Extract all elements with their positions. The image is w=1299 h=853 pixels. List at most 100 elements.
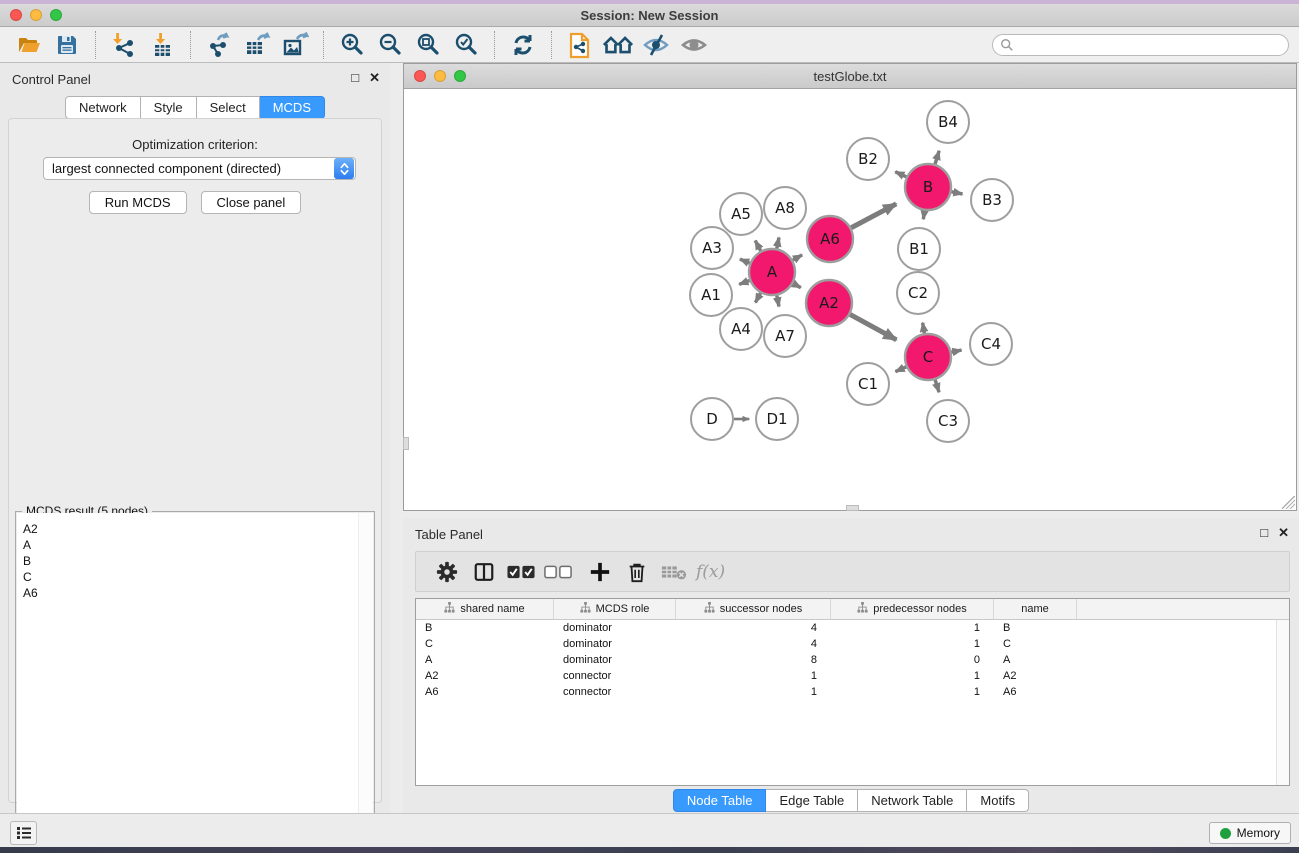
network-window-titlebar[interactable]: testGlobe.txt: [404, 64, 1296, 89]
edge-B-B2[interactable]: [895, 172, 906, 177]
zoom-out-icon[interactable]: [375, 30, 405, 60]
run-mcds-button[interactable]: Run MCDS: [89, 191, 187, 214]
edge-A-A1[interactable]: [739, 280, 749, 284]
column-header-name[interactable]: name: [994, 599, 1077, 619]
tab-network[interactable]: Network: [65, 96, 141, 119]
tab-select[interactable]: Select: [197, 96, 260, 119]
edge-A-A6[interactable]: [793, 255, 802, 260]
table-cell[interactable]: 1: [676, 668, 831, 684]
delete-column-icon[interactable]: [622, 557, 652, 587]
table-cell[interactable]: B: [416, 620, 554, 636]
import-table-icon[interactable]: [147, 30, 177, 60]
table-cell[interactable]: dominator: [554, 636, 676, 652]
open-session-icon[interactable]: [14, 30, 44, 60]
function-builder-icon[interactable]: f(x): [696, 557, 725, 587]
column-header-shared-name[interactable]: shared name: [416, 599, 554, 619]
mcds-result-item[interactable]: A6: [17, 585, 373, 601]
mcds-result-item[interactable]: C: [17, 569, 373, 585]
select-all-checkboxes-icon[interactable]: [506, 557, 536, 587]
search-input[interactable]: [1014, 36, 1288, 54]
mcds-result-item[interactable]: A2: [17, 521, 373, 537]
column-selector-icon[interactable]: [469, 557, 499, 587]
table-row[interactable]: Bdominator41B: [416, 620, 1289, 636]
network-bottom-scroll-thumb[interactable]: [846, 505, 859, 511]
criterion-dropdown[interactable]: largest connected component (directed): [43, 157, 356, 180]
edge-C-C1[interactable]: [895, 367, 906, 372]
add-column-icon[interactable]: [585, 557, 615, 587]
table-row[interactable]: Adominator80A: [416, 652, 1289, 668]
table-cell[interactable]: connector: [554, 668, 676, 684]
delete-table-icon[interactable]: [659, 557, 689, 587]
deselect-all-checkboxes-icon[interactable]: [543, 557, 573, 587]
edge-A2-C[interactable]: [850, 314, 896, 339]
table-cell[interactable]: C: [416, 636, 554, 652]
table-cell[interactable]: 1: [676, 684, 831, 700]
table-cell[interactable]: 8: [676, 652, 831, 668]
table-cell[interactable]: 0: [831, 652, 994, 668]
edge-B-B4[interactable]: [935, 151, 939, 164]
export-image-icon[interactable]: [280, 30, 310, 60]
tab-network-table[interactable]: Network Table: [858, 789, 967, 812]
hide-graphics-details-icon[interactable]: [641, 30, 671, 60]
table-options-gear-icon[interactable]: [432, 557, 462, 587]
table-cell[interactable]: A6: [994, 684, 1077, 700]
table-cell[interactable]: A: [416, 652, 554, 668]
network-file-icon[interactable]: [565, 30, 595, 60]
table-row[interactable]: Cdominator41C: [416, 636, 1289, 652]
table-cell[interactable]: A: [994, 652, 1077, 668]
save-session-icon[interactable]: [52, 30, 82, 60]
zoom-in-icon[interactable]: [337, 30, 367, 60]
table-cell[interactable]: A2: [994, 668, 1077, 684]
export-table-icon[interactable]: [242, 30, 272, 60]
column-header-predecessor-nodes[interactable]: predecessor nodes: [831, 599, 994, 619]
edge-B-B3[interactable]: [952, 192, 963, 194]
table-cell[interactable]: connector: [554, 684, 676, 700]
edge-A-A3[interactable]: [740, 259, 750, 263]
edge-B-B1[interactable]: [923, 211, 924, 219]
table-row[interactable]: A6connector11A6: [416, 684, 1289, 700]
edge-A-A7[interactable]: [777, 296, 779, 307]
table-cell[interactable]: 4: [676, 636, 831, 652]
mcds-result-item[interactable]: B: [17, 553, 373, 569]
tab-motifs[interactable]: Motifs: [967, 789, 1029, 812]
table-cell[interactable]: 1: [831, 684, 994, 700]
table-cell[interactable]: A2: [416, 668, 554, 684]
refresh-icon[interactable]: [508, 30, 538, 60]
export-network-icon[interactable]: [204, 30, 234, 60]
table-cell[interactable]: B: [994, 620, 1077, 636]
float-panel-icon[interactable]: □: [351, 70, 359, 86]
close-panel-icon[interactable]: ✕: [1278, 525, 1289, 541]
edge-C-C2[interactable]: [923, 323, 925, 334]
edge-A6-B[interactable]: [851, 204, 896, 228]
home-icon[interactable]: [603, 30, 633, 60]
tab-node-table[interactable]: Node Table: [673, 789, 767, 812]
mcds-result-list[interactable]: A2ABCA6: [17, 513, 373, 849]
column-header-mcds-role[interactable]: MCDS role: [554, 599, 676, 619]
float-panel-icon[interactable]: □: [1260, 525, 1268, 541]
table-row[interactable]: A2connector11A2: [416, 668, 1289, 684]
edge-A-A5[interactable]: [755, 241, 760, 251]
network-canvas[interactable]: AA1A2A3A4A5A6A7A8BB1B2B3B4CC1C2C3C4DD1: [404, 90, 1296, 510]
edge-A-A8[interactable]: [777, 237, 779, 248]
close-panel-button[interactable]: Close panel: [201, 191, 302, 214]
column-header-successor-nodes[interactable]: successor nodes: [676, 599, 831, 619]
network-resize-grip[interactable]: [1282, 496, 1295, 509]
mcds-result-item[interactable]: A: [17, 537, 373, 553]
tab-mcds[interactable]: MCDS: [260, 96, 325, 119]
memory-button[interactable]: Memory: [1209, 822, 1291, 844]
close-panel-icon[interactable]: ✕: [369, 70, 380, 86]
table-cell[interactable]: 1: [831, 636, 994, 652]
table-cell[interactable]: C: [994, 636, 1077, 652]
table-cell[interactable]: 1: [831, 620, 994, 636]
node-table[interactable]: shared nameMCDS rolesuccessor nodesprede…: [415, 598, 1290, 786]
task-history-button[interactable]: [10, 821, 37, 845]
tab-edge-table[interactable]: Edge Table: [766, 789, 858, 812]
zoom-fit-icon[interactable]: [413, 30, 443, 60]
node-table-scrollbar[interactable]: [1276, 620, 1289, 785]
import-network-icon[interactable]: [109, 30, 139, 60]
edge-A-A4[interactable]: [755, 293, 760, 302]
table-cell[interactable]: dominator: [554, 620, 676, 636]
main-titlebar[interactable]: Session: New Session: [0, 4, 1299, 27]
zoom-selected-icon[interactable]: [451, 30, 481, 60]
edge-A-A2[interactable]: [793, 283, 801, 287]
